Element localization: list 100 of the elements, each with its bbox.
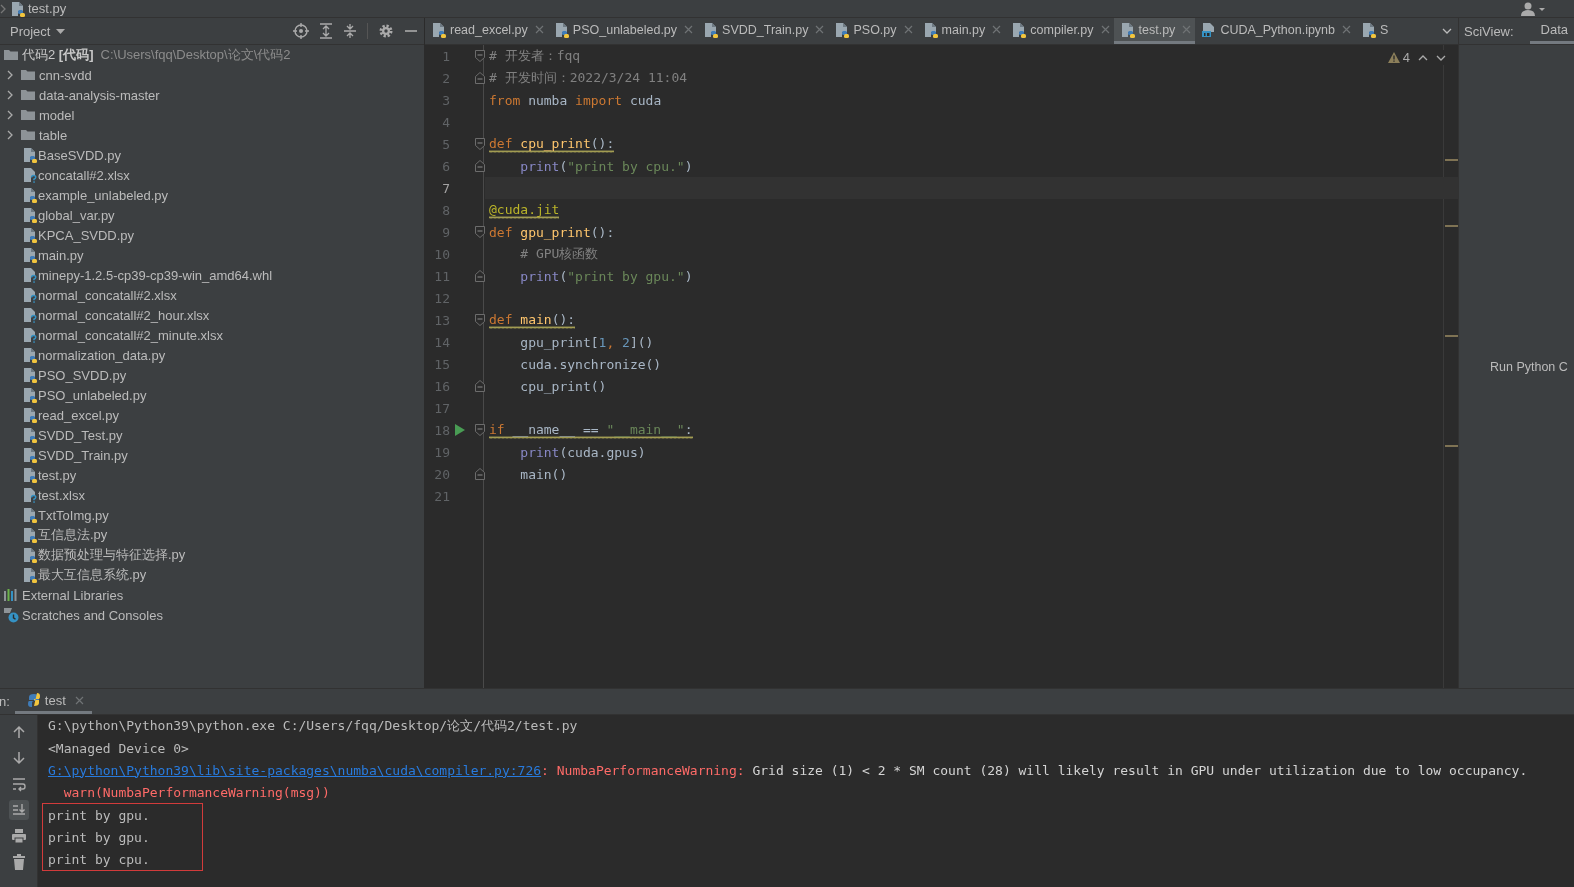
file-name[interactable]: SVDD_Test.py — [38, 427, 123, 443]
python-file-icon — [22, 507, 38, 523]
unknown-file-icon — [22, 307, 38, 323]
close-icon[interactable] — [903, 25, 913, 34]
line-number: 3 — [442, 92, 450, 108]
line-number: 12 — [434, 290, 450, 306]
file-name[interactable]: normalization_data.py — [38, 347, 166, 363]
run-label: n: — [0, 693, 10, 711]
fold-icon[interactable] — [474, 72, 485, 84]
file-name[interactable]: 最大互信息系统.py — [38, 566, 147, 584]
code-line: gpu_print[1, 2]() — [519, 334, 654, 350]
folder-name[interactable]: table — [39, 127, 68, 143]
code-line: # 开发者：fqq — [489, 47, 581, 65]
file-name[interactable]: 互信息法.py — [38, 526, 108, 544]
print-icon — [10, 828, 27, 844]
warning-count[interactable]: 4 — [1402, 50, 1410, 65]
line-number: 13 — [434, 312, 450, 328]
warning-marker[interactable] — [1445, 335, 1458, 337]
file-name[interactable]: Scratches and Consoles — [22, 607, 163, 623]
file-name[interactable]: BaseSVDD.py — [38, 147, 122, 163]
console-line: print by gpu. — [47, 828, 151, 847]
python-icon — [26, 693, 41, 707]
tab-list-chevron-icon[interactable] — [1442, 26, 1452, 36]
fold-icon[interactable] — [474, 138, 485, 150]
python-file-icon — [431, 21, 447, 38]
settings-icon[interactable] — [378, 23, 394, 39]
file-name[interactable]: normal_concatall#2.xlsx — [38, 287, 177, 303]
file-name[interactable]: example_unlabeled.py — [38, 187, 169, 203]
line-number: 16 — [434, 378, 450, 394]
file-name[interactable]: External Libraries — [22, 587, 124, 603]
warning-marker[interactable] — [1445, 445, 1458, 447]
fold-icon[interactable] — [474, 226, 485, 238]
folder-name[interactable]: 代码2 [代码] — [22, 46, 94, 64]
warning-marker[interactable] — [1445, 225, 1458, 227]
editor-tab[interactable]: test.py — [1113, 18, 1196, 44]
console-line: print by gpu. — [47, 806, 151, 825]
line-number: 9 — [442, 224, 450, 240]
sciview-tab[interactable]: Data — [1529, 18, 1574, 44]
file-name[interactable]: KPCA_SVDD.py — [38, 227, 135, 243]
fold-icon[interactable] — [474, 314, 485, 326]
file-name[interactable]: concatall#2.xlsx — [38, 167, 130, 183]
user-icon[interactable] — [1520, 1, 1546, 16]
fold-icon[interactable] — [474, 50, 485, 62]
close-icon[interactable] — [815, 25, 825, 34]
file-name[interactable]: read_excel.py — [38, 407, 119, 423]
console-line: print by cpu. — [47, 850, 151, 869]
python-file-icon — [922, 21, 939, 38]
close-icon[interactable] — [1342, 25, 1352, 34]
fold-icon[interactable] — [474, 468, 485, 480]
file-name[interactable]: PSO_unlabeled.py — [38, 387, 147, 403]
file-name[interactable]: global_var.py — [38, 207, 115, 223]
expand-all-icon[interactable] — [319, 23, 333, 39]
fold-icon[interactable] — [474, 424, 485, 436]
project-view-dropdown[interactable]: Project — [0, 23, 66, 39]
soft-wrap-icon — [10, 776, 27, 792]
fold-icon[interactable] — [474, 160, 485, 172]
file-name[interactable]: minepy-1.2.5-cp39-cp39-win_amd64.whl — [38, 267, 273, 283]
scroll-to-end-button[interactable] — [8, 800, 29, 820]
line-number: 1 — [442, 48, 450, 64]
python-file-icon — [22, 467, 38, 483]
collapse-all-icon[interactable] — [343, 23, 357, 39]
line-number: 18 — [434, 422, 450, 438]
scratches-icon — [3, 607, 19, 623]
file-name[interactable]: 数据预处理与特征选择.py — [38, 546, 186, 564]
run-icon[interactable] — [455, 424, 465, 436]
file-name[interactable]: PSO_SVDD.py — [38, 367, 127, 383]
file-name[interactable]: normal_concatall#2_minute.xlsx — [38, 327, 223, 343]
file-name[interactable]: TxtToImg.py — [38, 507, 109, 523]
python-file-icon — [22, 547, 38, 563]
code-line: print("print by gpu.") — [519, 268, 693, 284]
python-file-icon — [10, 0, 26, 17]
close-icon[interactable] — [1182, 25, 1192, 34]
warning-marker[interactable] — [1445, 159, 1458, 161]
console-line: G:\python\Python39\lib\site-packages\numba\cuda\compiler.py:726: NumbaPerformanceWarning: Grid size (1) < 2 * SM count (28) will likely result in GPU under utilization due to low occupancy. — [47, 761, 1528, 780]
file-name[interactable]: SVDD_Train.py — [38, 447, 128, 463]
close-icon[interactable] — [534, 25, 544, 34]
file-name[interactable]: test.xlsx — [38, 487, 85, 503]
line-number: 7 — [442, 180, 450, 196]
locate-icon[interactable] — [293, 23, 309, 39]
fold-icon[interactable] — [474, 380, 485, 392]
line-number: 6 — [442, 158, 450, 174]
file-name[interactable]: normal_concatall#2_hour.xlsx — [38, 307, 210, 323]
code-line: # GPU核函数 — [519, 245, 599, 263]
file-name[interactable]: test.py — [38, 467, 77, 483]
file-name[interactable]: main.py — [38, 247, 84, 263]
python-file-icon — [1119, 21, 1136, 38]
scroll-to-end-icon — [10, 802, 27, 818]
folder-name[interactable]: cnn-svdd — [39, 67, 92, 83]
close-icon[interactable] — [684, 25, 694, 34]
close-icon[interactable] — [74, 695, 84, 705]
line-number: 17 — [434, 400, 450, 416]
fold-icon[interactable] — [474, 270, 485, 282]
close-icon[interactable] — [992, 25, 1002, 34]
breadcrumb-file[interactable]: test.py — [28, 1, 67, 16]
folder-name[interactable]: model — [39, 107, 75, 123]
close-icon[interactable] — [1100, 25, 1110, 34]
file-link[interactable]: G:\python\Python39\lib\site-packages\numba\cuda\compiler.py:726 — [48, 762, 542, 778]
console-line: <Managed Device 0> — [47, 739, 190, 758]
line-number: 21 — [434, 488, 450, 504]
folder-name[interactable]: data-analysis-master — [39, 87, 160, 103]
